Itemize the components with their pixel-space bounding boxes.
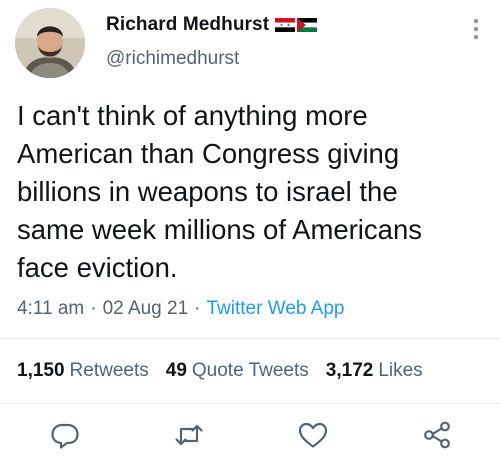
retweet-button[interactable] [172, 418, 206, 452]
likes-stat[interactable]: 3,172 Likes [326, 360, 423, 382]
tweet-text: I can't think of anything more American … [17, 100, 423, 283]
syria-flag-icon [275, 18, 296, 32]
tweet-source-link[interactable]: Twitter Web App [207, 298, 345, 320]
like-button[interactable] [296, 418, 330, 452]
quote-tweets-count: 49 [165, 360, 187, 381]
retweets-stat[interactable]: 1,150 Retweets [17, 360, 149, 382]
reply-icon [51, 423, 79, 449]
share-icon [424, 421, 450, 449]
action-bar [0, 418, 500, 454]
engagement-stats: 1,150 Retweets 49 Quote Tweets 3,172 Likes [17, 360, 440, 382]
user-handle[interactable]: @richimedhurst [106, 48, 239, 70]
divider [0, 338, 500, 339]
more-options-icon[interactable] [472, 18, 480, 40]
divider [0, 403, 500, 404]
share-button[interactable] [420, 418, 454, 452]
flags [275, 18, 318, 32]
reply-button[interactable] [48, 418, 82, 452]
quote-tweets-label: Quote Tweets [191, 360, 309, 381]
like-icon [298, 422, 328, 448]
palestine-flag-icon [297, 18, 318, 32]
meta-separator: · [194, 298, 201, 319]
display-name[interactable]: Richard Medhurst [106, 14, 269, 36]
meta-separator: · [90, 298, 97, 319]
tweet-time[interactable]: 4:11 am [17, 298, 84, 320]
name-row: Richard Medhurst [106, 14, 318, 36]
tweet-card: Richard Medhurst @richimedhurst I can't … [0, 0, 500, 467]
tweet-meta: 4:11 am · 02 Aug 21 · Twitter Web App [17, 298, 345, 320]
tweet-date[interactable]: 02 Aug 21 [103, 298, 189, 320]
retweet-icon [175, 424, 203, 446]
likes-label: Likes [378, 360, 423, 381]
retweets-count: 1,150 [17, 360, 65, 381]
avatar[interactable] [15, 8, 85, 78]
avatar-image [15, 8, 85, 78]
quote-tweets-stat[interactable]: 49 Quote Tweets [166, 360, 309, 382]
retweets-label: Retweets [69, 360, 149, 381]
likes-count: 3,172 [325, 360, 374, 381]
